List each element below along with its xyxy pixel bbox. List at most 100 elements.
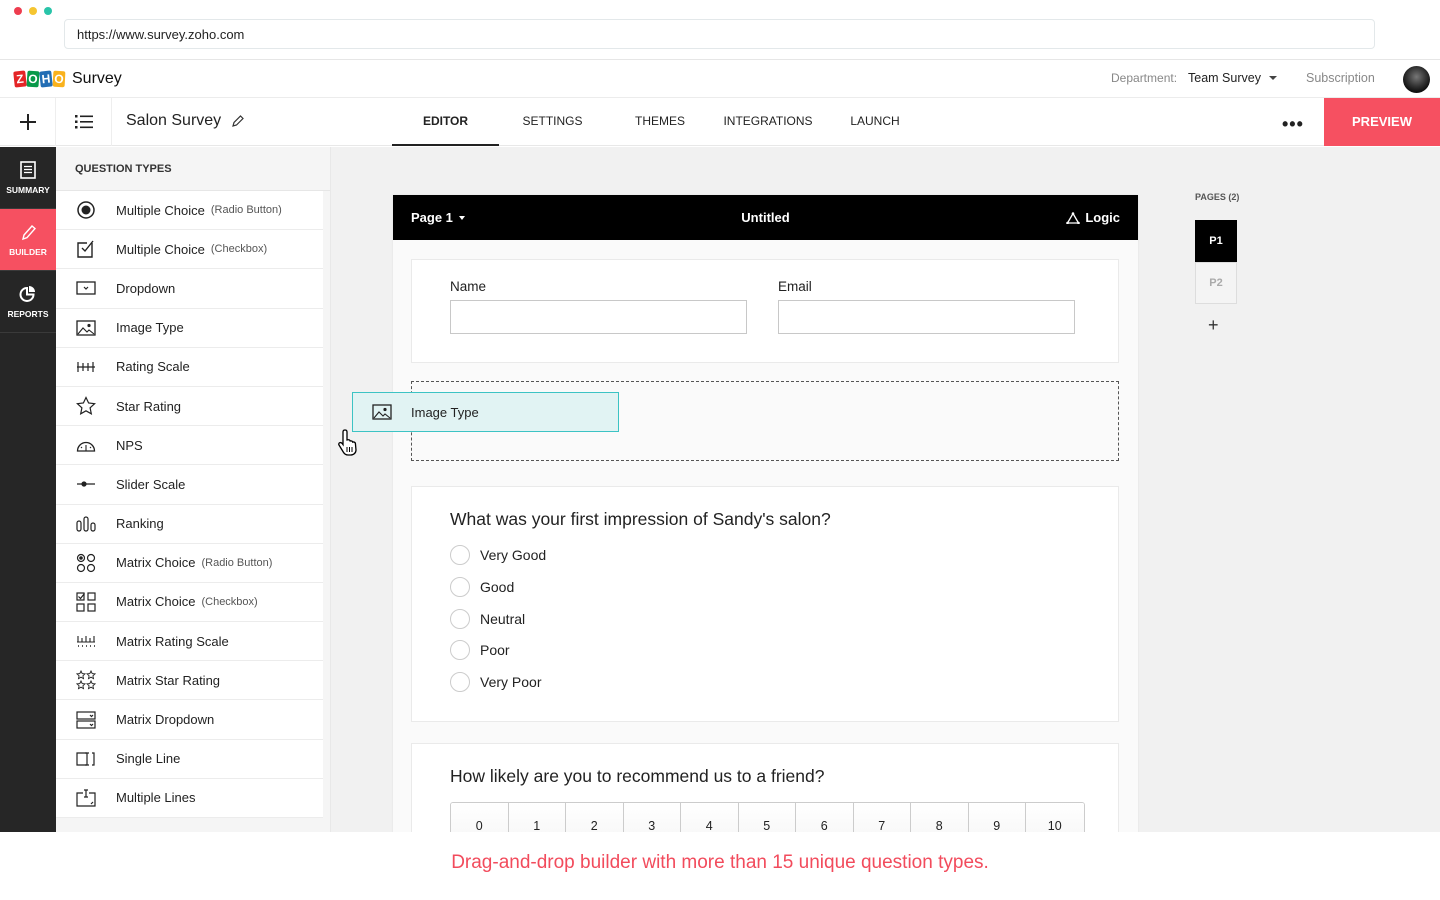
question-type-label: Multiple Choice <box>116 202 205 218</box>
tab-editor[interactable]: EDITOR <box>392 98 499 146</box>
email-field[interactable] <box>778 300 1075 334</box>
nps-option[interactable]: 3 <box>623 803 681 832</box>
question-type-label: Ranking <box>116 516 164 532</box>
survey-list-button[interactable] <box>56 98 112 146</box>
radio-circle-icon <box>450 672 470 692</box>
question-type-label: NPS <box>116 437 143 453</box>
maximize-window-button[interactable] <box>44 7 52 15</box>
more-options-button[interactable]: ••• <box>1282 114 1304 135</box>
name-field[interactable] <box>450 300 747 334</box>
summary-icon <box>20 160 36 179</box>
contact-info-card[interactable]: Name Email <box>411 259 1119 363</box>
nps-option[interactable]: 10 <box>1026 803 1084 832</box>
radio-circle-icon <box>450 609 470 629</box>
matrix-dropdown-icon <box>56 710 116 729</box>
email-label: Email <box>778 279 812 294</box>
pencil-icon[interactable] <box>231 114 245 128</box>
zoho-survey-logo[interactable]: Z O H O Survey <box>13 70 122 88</box>
add-page-button[interactable]: + <box>1208 315 1219 336</box>
page-selector[interactable]: Page 1 <box>411 210 465 225</box>
question-type-item[interactable]: Dropdown <box>56 269 323 309</box>
logic-button[interactable]: Logic <box>1066 210 1120 225</box>
nps-option[interactable]: 6 <box>796 803 854 832</box>
add-survey-button[interactable] <box>0 98 56 146</box>
close-window-button[interactable] <box>14 7 22 15</box>
option-label: Good <box>480 579 515 595</box>
option-label: Poor <box>480 642 510 658</box>
tab-launch[interactable]: LAUNCH <box>822 98 928 146</box>
question-type-item[interactable]: Matrix Rating Scale <box>56 622 323 662</box>
department-select[interactable]: Team Survey <box>1188 71 1277 85</box>
question-type-item[interactable]: Single Line <box>56 739 323 779</box>
option-label: Very Good <box>480 547 547 563</box>
question-type-item[interactable]: Slider Scale <box>56 465 323 505</box>
radio-option[interactable]: Good <box>450 577 514 597</box>
question-type-item[interactable]: Multiple Lines <box>56 778 323 818</box>
nps-option[interactable]: 5 <box>738 803 796 832</box>
question-type-item[interactable]: Multiple Choice (Checkbox) <box>56 230 323 270</box>
question-type-label: Single Line <box>116 751 181 767</box>
nps-option[interactable]: 1 <box>508 803 566 832</box>
tab-settings[interactable]: SETTINGS <box>499 98 606 146</box>
matrix-star-icon <box>56 670 116 690</box>
nps-option[interactable]: 8 <box>911 803 969 832</box>
question-type-item[interactable]: Multiple Choice (Radio Button) <box>56 191 323 231</box>
survey-form: Page 1 Untitled Logic Name Email What wa… <box>393 195 1138 832</box>
nav-reports[interactable]: REPORTS <box>0 271 56 333</box>
single-line-icon <box>56 752 116 766</box>
radio-option[interactable]: Neutral <box>450 609 525 629</box>
radio-circle-icon <box>450 577 470 597</box>
question-type-item[interactable]: Matrix Dropdown <box>56 700 323 740</box>
question-types-heading: QUESTION TYPES <box>56 147 330 191</box>
nps-option[interactable]: 2 <box>566 803 624 832</box>
radio-option[interactable]: Very Poor <box>450 672 541 692</box>
question-type-item[interactable]: Image Type <box>56 308 323 348</box>
radio-option[interactable]: Very Good <box>450 545 546 565</box>
question-type-label: Dropdown <box>116 280 176 296</box>
survey-title-text: Salon Survey <box>126 112 222 129</box>
pie-chart-icon <box>19 285 37 303</box>
page-thumb-p1[interactable]: P1 <box>1195 220 1237 262</box>
user-avatar[interactable] <box>1403 66 1430 93</box>
survey-title[interactable]: Salon Survey <box>126 112 245 130</box>
question-type-item[interactable]: Matrix Star Rating <box>56 661 323 701</box>
radio-option[interactable]: Poor <box>450 640 510 660</box>
nps-option[interactable]: 9 <box>968 803 1026 832</box>
question-type-item[interactable]: Matrix Choice (Checkbox) <box>56 582 323 623</box>
nav-summary[interactable]: SUMMARY <box>0 147 56 209</box>
logo-letter: H <box>39 70 53 88</box>
question-type-label: Multiple Lines <box>116 790 196 806</box>
nps-option[interactable]: 7 <box>853 803 911 832</box>
form-title[interactable]: Untitled <box>393 210 1138 225</box>
pages-panel-title: PAGES (2) <box>1195 192 1240 202</box>
tab-integrations[interactable]: INTEGRATIONS <box>714 98 822 146</box>
toolbar: Salon Survey EDITOR SETTINGS THEMES INTE… <box>0 98 1440 146</box>
nav-reports-label: REPORTS <box>7 308 49 319</box>
subscription-link[interactable]: Subscription <box>1306 71 1375 85</box>
question-type-item[interactable]: Rating Scale <box>56 347 323 387</box>
question-type-item[interactable]: NPS <box>56 426 323 466</box>
tab-themes[interactable]: THEMES <box>606 98 714 146</box>
matrix-radio-icon <box>56 553 116 573</box>
page-thumb-p2[interactable]: P2 <box>1195 262 1237 304</box>
question-type-item[interactable]: Star Rating <box>56 386 323 427</box>
question-type-item[interactable]: Ranking <box>56 504 323 544</box>
logo-letter: O <box>26 70 40 88</box>
address-bar[interactable]: https://www.survey.zoho.com <box>64 19 1375 49</box>
nav-builder[interactable]: BUILDER <box>0 209 56 271</box>
nps-option[interactable]: 4 <box>681 803 739 832</box>
question-type-label: Matrix Choice <box>116 555 196 571</box>
nps-option[interactable]: 0 <box>451 803 509 832</box>
minimize-window-button[interactable] <box>29 7 37 15</box>
checkbox-icon <box>56 239 116 259</box>
question-type-label: Matrix Rating Scale <box>116 633 229 649</box>
rating-scale-icon <box>56 361 116 373</box>
preview-button[interactable]: PREVIEW <box>1324 98 1440 146</box>
question-card[interactable]: What was your first impression of Sandy'… <box>411 486 1119 722</box>
question-type-sublabel: (Checkbox) <box>201 595 258 608</box>
ranking-icon <box>56 515 116 532</box>
window-controls <box>14 7 52 15</box>
question-card[interactable]: How likely are you to recommend us to a … <box>411 743 1119 832</box>
dragged-question-type[interactable]: Image Type <box>352 392 619 432</box>
question-type-item[interactable]: Matrix Choice (Radio Button) <box>56 543 323 583</box>
